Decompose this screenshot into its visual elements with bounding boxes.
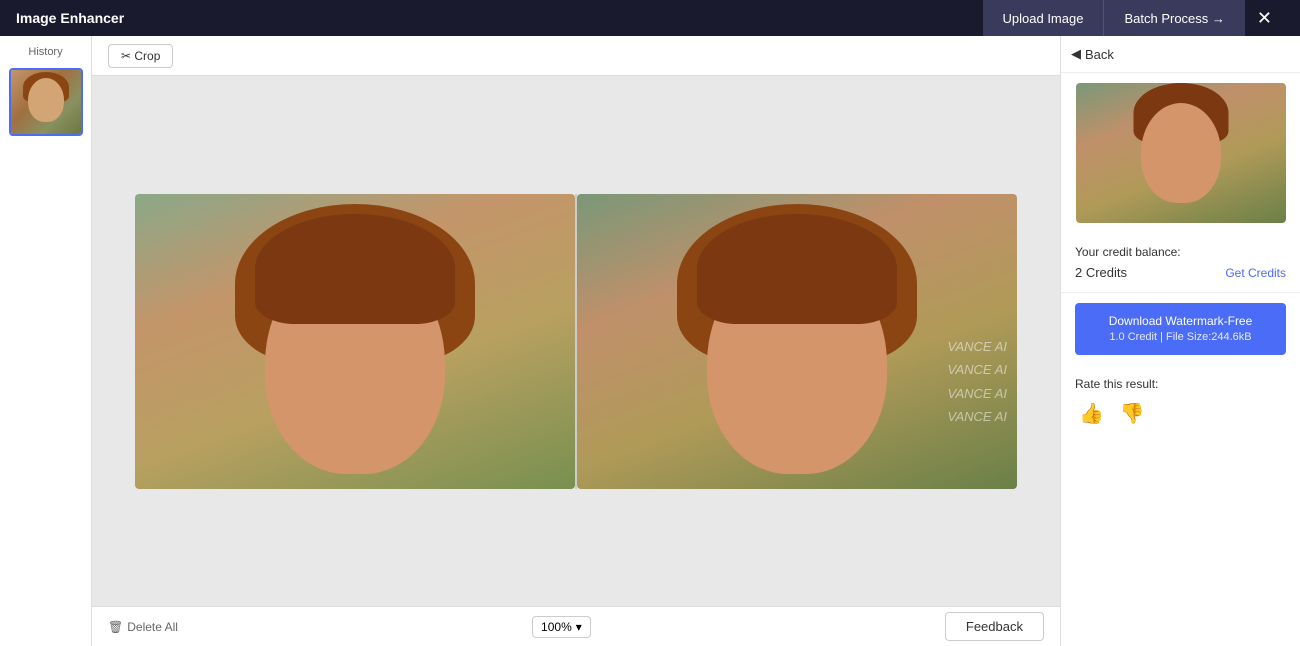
watermark-overlay: VANCE AIVANCE AIVANCE AIVANCE AI bbox=[948, 335, 1007, 429]
header: Image Enhancer Upload Image Batch Proces… bbox=[0, 0, 1300, 36]
download-main-label: Download Watermark-Free bbox=[1085, 313, 1276, 330]
zoom-control[interactable]: 100% ▾ bbox=[532, 616, 591, 638]
credit-section: Your credit balance: 2 Credits Get Credi… bbox=[1061, 233, 1300, 293]
close-button[interactable]: ✕ bbox=[1245, 0, 1284, 36]
result-preview-image bbox=[1076, 83, 1286, 223]
image-compare-area: VANCE AIVANCE AIVANCE AIVANCE AI bbox=[92, 76, 1060, 606]
right-top-bar: ◀ Back bbox=[1061, 36, 1300, 73]
feedback-button[interactable]: Feedback bbox=[945, 612, 1044, 641]
download-sub-label: 1.0 Credit | File Size:244.6kB bbox=[1085, 330, 1276, 345]
bottom-left-actions: 🗑 Delete All bbox=[108, 620, 178, 634]
back-button[interactable]: ◀ Back bbox=[1071, 46, 1114, 62]
back-arrow-icon: ◀ bbox=[1071, 46, 1081, 62]
credit-count: 2 Credits bbox=[1075, 265, 1127, 280]
batch-process-button[interactable]: Batch Process → bbox=[1104, 0, 1244, 36]
enhanced-hair-front bbox=[697, 214, 897, 324]
upload-image-button[interactable]: Upload Image bbox=[983, 0, 1105, 36]
get-credits-button[interactable]: Get Credits bbox=[1225, 266, 1286, 280]
zoom-value: 100% bbox=[541, 620, 572, 634]
thumbs-down-button[interactable]: 👎 bbox=[1116, 399, 1149, 428]
bottom-bar: 🗑 Delete All 100% ▾ Feedback bbox=[92, 606, 1060, 646]
back-label: Back bbox=[1085, 47, 1114, 62]
thumb-face bbox=[28, 78, 64, 122]
rate-buttons: 👍 👎 bbox=[1075, 399, 1286, 428]
app-title: Image Enhancer bbox=[16, 10, 124, 26]
trash-icon: 🗑 bbox=[108, 620, 123, 634]
enhanced-image-panel: VANCE AIVANCE AIVANCE AIVANCE AI bbox=[577, 194, 1017, 489]
history-thumbnail[interactable] bbox=[9, 68, 83, 136]
credit-row: 2 Credits Get Credits bbox=[1075, 265, 1286, 280]
header-actions: Upload Image Batch Process → ✕ bbox=[983, 0, 1284, 36]
sidebar-right: ◀ Back Your credit balance: 2 Credits Ge… bbox=[1060, 36, 1300, 646]
delete-all-button[interactable]: 🗑 Delete All bbox=[108, 620, 178, 634]
original-hair-front bbox=[255, 214, 455, 324]
credit-balance-label: Your credit balance: bbox=[1075, 245, 1286, 259]
crop-toolbar: ✂ Crop bbox=[92, 36, 1060, 76]
result-face bbox=[1141, 103, 1221, 203]
sidebar-left: History bbox=[0, 36, 92, 646]
download-section: Download Watermark-Free 1.0 Credit | Fil… bbox=[1061, 293, 1300, 365]
main-area: ✂ Crop VANCE AIVANCE AIVANCE AIVANCE AI bbox=[92, 36, 1060, 646]
history-label: History bbox=[28, 46, 62, 58]
rate-label: Rate this result: bbox=[1075, 377, 1286, 391]
rate-section: Rate this result: 👍 👎 bbox=[1061, 365, 1300, 440]
original-image-panel bbox=[135, 194, 575, 489]
zoom-chevron-icon: ▾ bbox=[576, 620, 582, 634]
download-watermark-free-button[interactable]: Download Watermark-Free 1.0 Credit | Fil… bbox=[1075, 303, 1286, 355]
thumbs-up-button[interactable]: 👍 bbox=[1075, 399, 1108, 428]
delete-all-label: Delete All bbox=[127, 620, 178, 634]
crop-button[interactable]: ✂ Crop bbox=[108, 44, 173, 68]
